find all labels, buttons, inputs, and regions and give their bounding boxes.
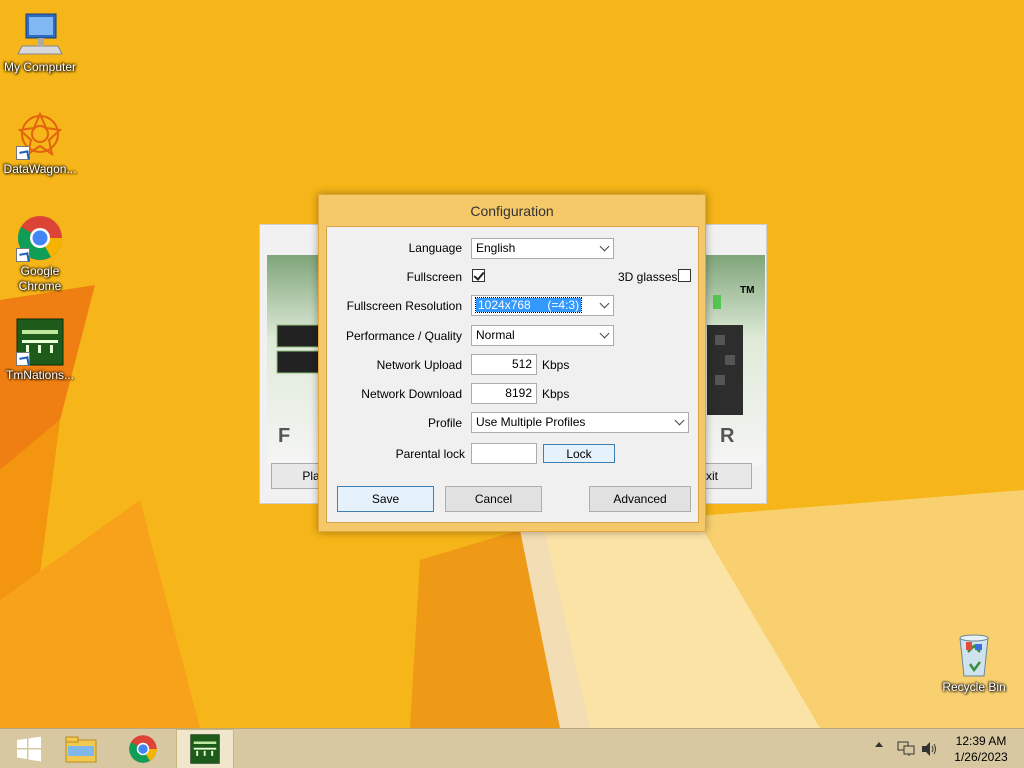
taskbar: 12:39 AM 1/26/2023 [0, 728, 1024, 768]
game-letter-left: F [278, 425, 291, 447]
shortcut-arrow-icon [16, 352, 30, 366]
download-unit: Kbps [542, 387, 570, 401]
chevron-down-icon [599, 328, 610, 339]
dialog-title: Configuration [470, 203, 554, 219]
recycle-bin-icon [959, 634, 989, 677]
chevron-down-icon [599, 298, 610, 309]
profile-value: Use Multiple Profiles [476, 415, 586, 429]
download-value: 8192 [505, 386, 532, 400]
network-icon[interactable] [897, 741, 915, 757]
folder-icon [65, 736, 97, 763]
taskbar-clock[interactable]: 12:39 AM 1/26/2023 [946, 733, 1016, 765]
cancel-button-label: Cancel [474, 492, 513, 506]
language-select[interactable]: English [471, 238, 614, 259]
desktop-icon-tmnations[interactable]: TmNations... [0, 318, 80, 383]
desktop-icon-label: My Computer [3, 60, 77, 74]
taskbar-file-explorer[interactable] [52, 729, 110, 768]
game-letter-right: R [720, 425, 735, 447]
desktop-icon-label: TmNations... [5, 368, 74, 382]
chrome-icon [129, 735, 157, 763]
configuration-dialog: Configuration Language English Fullscree… [318, 194, 706, 532]
quality-value: Normal [476, 328, 515, 342]
parental-input[interactable] [471, 443, 537, 464]
taskbar-tmnations[interactable] [176, 729, 234, 768]
desktop-icon-label: Recycle Bin [942, 680, 1006, 694]
glasses-checkbox[interactable] [678, 269, 691, 282]
save-button[interactable]: Save [337, 486, 434, 512]
fullscreen-checkbox[interactable] [472, 269, 485, 282]
language-value: English [476, 241, 516, 255]
dialog-content: Language English Fullscreen 3D glasses F… [326, 226, 699, 523]
desktop-icon-label: DataWagon... [3, 162, 77, 176]
shortcut-arrow-icon [16, 146, 30, 160]
resolution-select[interactable]: 1024x768 (=4:3) [471, 295, 614, 316]
download-label: Network Download [361, 387, 462, 401]
game-exit-label: xit [706, 469, 718, 483]
game-logo-tm: TM [740, 285, 755, 296]
tray-overflow-chevron-up-icon[interactable] [875, 742, 883, 747]
language-label: Language [408, 241, 462, 255]
glasses-label: 3D glasses [618, 270, 678, 284]
volume-icon[interactable] [921, 741, 939, 757]
desktop-icon-recycle-bin[interactable]: Recycle Bin [934, 630, 1014, 695]
profile-select[interactable]: Use Multiple Profiles [471, 412, 689, 433]
download-input[interactable]: 8192 [471, 383, 537, 404]
resolution-label: Fullscreen Resolution [346, 299, 462, 313]
chevron-down-icon [599, 241, 610, 252]
save-button-label: Save [371, 492, 400, 506]
desktop-icon-label: Google Chrome [18, 264, 62, 293]
lock-button[interactable]: Lock [543, 444, 615, 463]
desktop-icon-datawagon[interactable]: DataWagon... [0, 111, 80, 177]
upload-input[interactable]: 512 [471, 354, 537, 375]
shortcut-arrow-icon [16, 248, 30, 262]
fullscreen-label: Fullscreen [406, 270, 462, 284]
lock-button-label: Lock [566, 446, 592, 461]
clock-time: 12:39 AM [955, 734, 1007, 748]
taskbar-chrome[interactable] [114, 729, 172, 768]
chevron-down-icon [674, 415, 685, 426]
quality-select[interactable]: Normal [471, 325, 614, 346]
profile-label: Profile [427, 416, 462, 430]
quality-label: Performance / Quality [345, 329, 462, 343]
windows-logo-icon [17, 736, 41, 762]
desktop-icon-google-chrome[interactable]: Google Chrome [0, 214, 80, 294]
cancel-button[interactable]: Cancel [445, 486, 542, 512]
computer-icon [17, 13, 63, 55]
resolution-value: 1024x768 (=4:3) [474, 297, 583, 313]
upload-label: Network Upload [376, 358, 462, 372]
advanced-button[interactable]: Advanced [589, 486, 691, 512]
upload-value: 512 [511, 357, 532, 371]
parental-label: Parental lock [395, 447, 465, 461]
upload-unit: Kbps [542, 358, 570, 372]
tmnations-icon [190, 734, 220, 764]
desktop-icon-my-computer[interactable]: My Computer [0, 10, 80, 75]
clock-date: 1/26/2023 [954, 750, 1008, 764]
advanced-button-label: Advanced [613, 492, 667, 506]
start-button[interactable] [0, 729, 58, 768]
